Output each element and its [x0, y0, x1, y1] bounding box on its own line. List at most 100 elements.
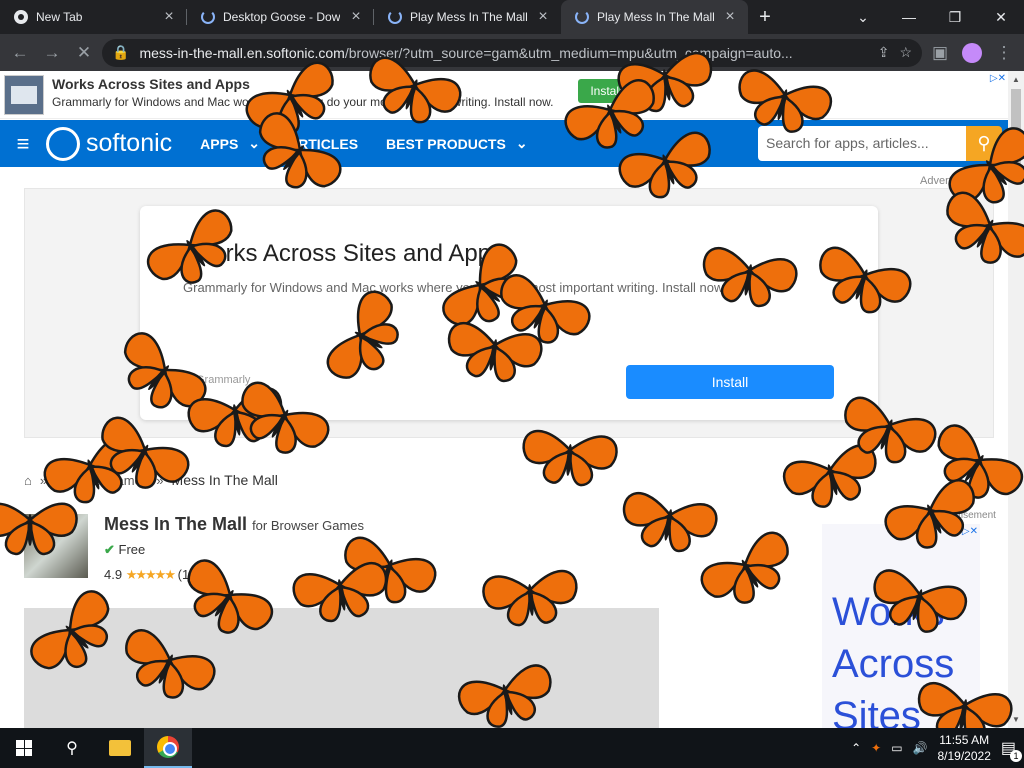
network-icon[interactable]: ▭ — [891, 741, 902, 755]
side-ad-label: Advertisement — [932, 510, 996, 521]
scrollbar-thumb[interactable] — [1011, 89, 1021, 179]
nav-articles[interactable]: ARTICLES — [288, 136, 358, 152]
lock-icon[interactable]: 🔒 — [112, 44, 129, 61]
tab-mess-in-the-mall-active[interactable]: Play Mess In The Mall ( × — [561, 0, 748, 34]
scroll-up-icon[interactable]: ▲ — [1012, 75, 1020, 84]
app-name: Mess In The Mall — [104, 514, 248, 534]
check-icon: ✔ — [104, 542, 115, 557]
breadcrumb-sep: » — [156, 472, 164, 488]
loading-spinner-icon — [388, 10, 402, 24]
breadcrumb-current: Mess In The Mall — [171, 472, 278, 488]
rating-votes: (1 — [177, 567, 190, 582]
game-media-area[interactable] — [24, 608, 659, 728]
butterfly — [783, 444, 877, 508]
nav-label: ARTICLES — [288, 135, 359, 152]
loading-spinner-icon — [201, 10, 215, 24]
search-icon: ⚲ — [977, 133, 991, 153]
tab-desktop-goose[interactable]: Desktop Goose - Down × — [187, 0, 374, 34]
avatar — [962, 42, 982, 63]
clock-date: 8/19/2022 — [937, 749, 991, 763]
start-button[interactable] — [0, 728, 48, 768]
main-ad-card[interactable]: Works Across Sites and Apps Grammarly fo… — [140, 206, 878, 420]
hamburger-menu-icon[interactable]: ≡ — [0, 131, 46, 157]
search-button[interactable]: ⚲ — [966, 126, 1002, 161]
softonic-logo-icon — [46, 126, 80, 161]
share-icon[interactable]: ⇪ — [878, 44, 890, 61]
chevron-up-icon[interactable]: ⌃ — [851, 741, 861, 755]
tab-title: Play Mess In The Mall ( — [597, 10, 714, 24]
system-tray: ⌃ ✦ ▭ 🔊 11:55 AM 8/19/2022 ▤ 1 — [851, 732, 1024, 764]
app-rating: 4.9 ★★★★★ (1 — [104, 567, 189, 583]
windows-logo-icon — [16, 740, 32, 756]
nav-label: BEST PRODUCTS — [386, 135, 506, 152]
tab-close-icon[interactable]: × — [348, 8, 364, 26]
main-ad-install-button[interactable]: Install — [626, 365, 834, 399]
home-icon[interactable]: ⌂ — [24, 473, 32, 488]
rating-value: 4.9 — [104, 567, 123, 582]
clock-time: 11:55 AM — [939, 733, 990, 747]
bookmark-star-icon[interactable]: ☆ — [899, 44, 912, 61]
butterfly — [700, 531, 789, 604]
scroll-down-icon[interactable]: ▼ — [1012, 715, 1020, 724]
notification-count: 1 — [1010, 750, 1022, 762]
chevron-down-icon: ⌄ — [515, 135, 528, 151]
site-navbar: ≡ softonic APPS ⌄ ARTICLES BEST PRODUCTS ⌄… — [0, 120, 1008, 167]
address-bar[interactable]: 🔒 mess-in-the-mall.en.softonic.com/brows… — [102, 38, 922, 67]
search-icon[interactable]: ⚲ — [48, 728, 96, 768]
back-button[interactable]: ← — [6, 39, 34, 67]
browser-toolbar: ← → ✕ 🔒 mess-in-the-mall.en.softonic.com… — [0, 34, 1024, 71]
tab-close-icon[interactable]: × — [161, 8, 177, 26]
ad-heading: Works Across Sites and Apps — [52, 76, 250, 92]
logo-text: softonic — [86, 129, 173, 157]
sidepanel-icon[interactable]: ▣ — [926, 39, 954, 67]
close-window-button[interactable]: ✕ — [978, 0, 1024, 34]
volume-icon[interactable]: 🔊 — [913, 741, 928, 755]
page-scrollbar[interactable]: ▲ ▼ — [1008, 71, 1024, 728]
butterfly — [622, 492, 718, 553]
tab-title: Play Mess In The Mall ( — [410, 10, 527, 24]
app-icon — [24, 514, 88, 578]
nav-best-products[interactable]: BEST PRODUCTS ⌄ — [386, 135, 528, 152]
forward-button[interactable]: → — [38, 39, 66, 67]
new-tab-button[interactable]: + — [748, 0, 782, 34]
folder-icon — [109, 740, 131, 756]
file-explorer-button[interactable] — [96, 728, 144, 768]
app-title: Mess In The Mall for Browser Games — [104, 514, 364, 535]
license-text: Free — [118, 542, 146, 557]
tab-close-icon[interactable]: × — [722, 8, 738, 26]
side-ad[interactable]: ▷✕ Works Across Sites — [822, 524, 980, 728]
breadcrumb-browser-games[interactable]: Browser Games — [55, 473, 148, 488]
breadcrumb-sep: » — [39, 472, 48, 488]
main-ad-text: Grammarly for Windows and Mac works wher… — [183, 280, 727, 295]
ad-thumbnail — [4, 75, 44, 115]
ad-install-button[interactable]: Install — [578, 79, 634, 103]
nav-label: APPS — [200, 135, 239, 152]
top-banner-ad[interactable]: Works Across Sites and Apps Grammarly fo… — [0, 71, 1008, 119]
ad-choices-icon[interactable]: ▷✕ — [962, 526, 978, 537]
tab-new-tab[interactable]: New Tab × — [0, 0, 187, 34]
nav-apps[interactable]: APPS ⌄ — [200, 135, 260, 152]
tab-strip: New Tab × Desktop Goose - Down × Play Me… — [0, 0, 1024, 34]
clock[interactable]: 11:55 AM 8/19/2022 — [937, 732, 990, 764]
license-badge: ✔ Free — [104, 542, 145, 558]
butterfly-tray-icon[interactable]: ✦ — [871, 741, 881, 755]
tab-title: New Tab — [36, 10, 83, 24]
softonic-logo[interactable]: softonic — [46, 126, 173, 161]
tab-search-icon[interactable]: ⌄ — [840, 0, 886, 34]
butterfly — [344, 536, 437, 604]
chrome-taskbar-button[interactable] — [144, 728, 192, 768]
url-path: /browser/?utm_source=gam&utm_medium=mpu&… — [344, 44, 793, 61]
notification-icon[interactable]: ▤ 1 — [1001, 738, 1022, 762]
tab-close-icon[interactable]: × — [535, 8, 551, 26]
stop-loading-button[interactable]: ✕ — [70, 39, 98, 67]
window-controls: ⌄ — ❐ ✕ — [840, 0, 1024, 34]
tab-mess-in-the-mall[interactable]: Play Mess In The Mall ( × — [374, 0, 561, 34]
restore-button[interactable]: ❐ — [932, 0, 978, 34]
menu-kebab-icon[interactable]: ⋮ — [990, 39, 1018, 67]
ad-choices-icon[interactable]: ▷✕ — [990, 73, 1006, 84]
minimize-button[interactable]: — — [886, 0, 932, 34]
profile-button[interactable] — [958, 39, 986, 67]
breadcrumb: ⌂ » Browser Games » Mess In The Mall — [24, 472, 278, 488]
site-search-input[interactable]: Search for apps, articles... — [758, 126, 966, 161]
loading-spinner-icon — [575, 10, 589, 24]
